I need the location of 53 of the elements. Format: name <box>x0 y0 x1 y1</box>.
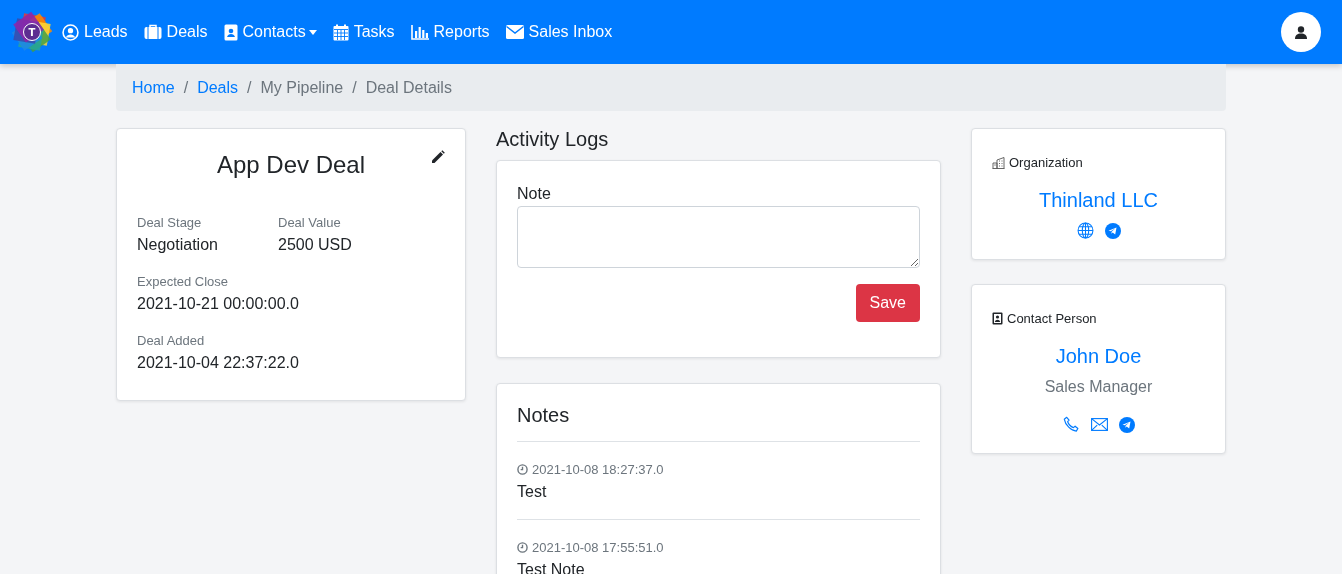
nav-link[interactable]: Deals <box>143 23 208 41</box>
clock-icon <box>517 464 528 475</box>
user-avatar[interactable] <box>1281 12 1321 52</box>
contact-name[interactable]: John Doe <box>992 345 1205 368</box>
field-value: 2021-10-21 00:00:00.0 <box>137 295 300 313</box>
user-icon <box>1295 25 1307 39</box>
note-text: Test <box>517 483 548 501</box>
deal-title: App Dev Deal <box>215 150 367 179</box>
nav-link[interactable]: Tasks <box>332 23 395 41</box>
organization-name[interactable]: Thinland LLC <box>992 189 1205 212</box>
breadcrumb-separator: / <box>351 78 358 97</box>
note-timestamp: 2021-10-08 18:27:37.0 <box>532 462 664 477</box>
clock-icon <box>517 542 528 553</box>
envelope-icon[interactable] <box>1090 418 1108 431</box>
breadcrumb-link[interactable]: Home <box>132 78 175 97</box>
nav-link[interactable]: Reports <box>410 23 490 41</box>
breadcrumb-separator: / <box>246 78 253 97</box>
calendar-icon <box>332 23 349 41</box>
section-heading: Activity Logs <box>496 128 610 152</box>
envelope-icon <box>505 25 524 39</box>
nav-link[interactable]: Contacts <box>223 23 317 41</box>
breadcrumb-item: My Pipeline <box>260 78 344 97</box>
breadcrumb-link[interactable]: Deals <box>197 78 239 97</box>
field-label: Expected Close <box>137 274 230 289</box>
phone-icon[interactable] <box>1062 416 1080 433</box>
breadcrumb-item: Deal Details <box>365 78 452 97</box>
breadcrumb-separator: / <box>182 78 190 97</box>
field-value: 2500 USD <box>278 236 353 254</box>
save-button[interactable]: Save <box>855 284 920 322</box>
building-icon <box>992 156 1005 169</box>
field-value: 2021-10-04 22:37:22.0 <box>137 354 300 372</box>
address-book-icon <box>223 23 238 41</box>
note-timestamp: 2021-10-08 17:55:51.0 <box>532 540 664 555</box>
contact-card-icon <box>992 312 1003 325</box>
briefcase-icon <box>143 24 162 40</box>
nav-link[interactable]: Leads <box>62 23 128 41</box>
bar-chart-icon <box>410 24 429 40</box>
nav-link[interactable]: Sales Inbox <box>505 23 613 41</box>
field-label: Deal Added <box>137 333 206 348</box>
telegram-icon[interactable] <box>1104 222 1121 239</box>
card-heading: Notes <box>517 404 571 428</box>
field-label: Deal Stage <box>137 215 203 230</box>
field-label: Note <box>517 185 552 203</box>
globe-icon[interactable] <box>1076 222 1094 239</box>
job-title: Sales Manager <box>1043 378 1154 396</box>
pencil-icon[interactable] <box>431 150 445 164</box>
card-label: Contact Person <box>1007 311 1097 326</box>
telegram-icon[interactable] <box>1118 416 1135 433</box>
field-value: Negotiation <box>137 236 219 254</box>
field-label: Deal Value <box>278 215 342 230</box>
note-input-field[interactable] <box>517 206 920 268</box>
card-label: Organization <box>1009 155 1083 170</box>
user-circle-icon <box>62 23 79 41</box>
